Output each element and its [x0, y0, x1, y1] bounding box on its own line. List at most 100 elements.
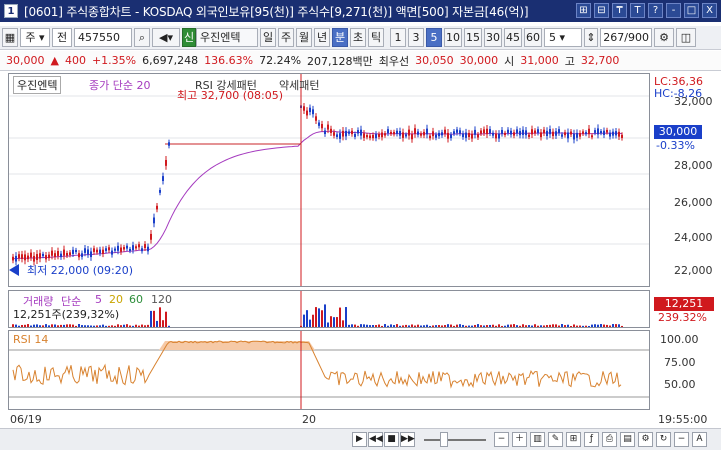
price-change-pct: +1.35%: [91, 54, 137, 67]
interval-45[interactable]: 45: [504, 28, 522, 47]
candle-body: [90, 251, 92, 258]
candle-body: [534, 130, 536, 134]
volume-bar: [60, 324, 62, 327]
range-total: /900: [624, 31, 649, 44]
period-second[interactable]: 초: [350, 28, 366, 47]
volume-bar: [90, 325, 92, 327]
volume-legend-60: 60: [129, 293, 143, 306]
zoom-slider-track[interactable]: [424, 439, 486, 441]
candle-body: [135, 246, 137, 249]
volume-bar: [546, 325, 548, 327]
font-increase-icon[interactable]: A: [692, 432, 707, 447]
best-ask: 30,050: [415, 54, 454, 67]
volume-bar: [579, 325, 581, 327]
interval-15[interactable]: 15: [464, 28, 482, 47]
price-legend-stock[interactable]: 우진엔텍: [13, 76, 62, 94]
candle-body: [507, 129, 509, 133]
search-icon[interactable]: ⌕: [134, 28, 150, 47]
candle-body: [420, 133, 422, 136]
candle-body: [549, 129, 551, 135]
volume-bar: [570, 325, 572, 327]
help-icon[interactable]: ?: [648, 3, 663, 18]
candle-body: [324, 130, 326, 135]
volume-bar: [513, 324, 515, 327]
settings-icon[interactable]: ⚙: [638, 432, 653, 447]
rsi-chart-svg: [9, 331, 649, 409]
font-decrease-icon[interactable]: −: [674, 432, 689, 447]
chart-settings-icon[interactable]: ⚙: [654, 28, 674, 47]
ruler-icon[interactable]: ⊞: [566, 432, 581, 447]
layout-icon[interactable]: ⊟: [594, 3, 609, 18]
volume-bar: [603, 324, 605, 327]
text-icon[interactable]: T: [630, 3, 645, 18]
link-icon[interactable]: ⊞: [576, 3, 591, 18]
speaker-icon[interactable]: ◀▾: [152, 28, 180, 47]
zoom-out-icon[interactable]: −: [494, 432, 509, 447]
candle-body: [417, 131, 419, 135]
candle-body: [69, 252, 71, 256]
expand-icon[interactable]: ◫: [676, 28, 696, 47]
x-label-date: 06/19: [10, 413, 42, 426]
interval-count-select[interactable]: 5 ▾: [544, 28, 582, 47]
volume-bar: [345, 307, 347, 327]
price-grid: [9, 95, 649, 245]
close-button[interactable]: X: [702, 3, 717, 18]
volume-bar: [465, 325, 467, 327]
volume-bar: [303, 314, 305, 327]
forward-icon[interactable]: ▶▶: [400, 432, 415, 447]
volume-bar: [84, 325, 86, 327]
interval-60[interactable]: 60: [524, 28, 542, 47]
play-icon[interactable]: ▶: [352, 432, 367, 447]
volume-bar: [132, 325, 134, 327]
candle-body: [579, 133, 581, 137]
maximize-button[interactable]: □: [684, 3, 699, 18]
market2-select[interactable]: 전: [52, 28, 72, 47]
stop-icon[interactable]: ■: [384, 432, 399, 447]
rsi-pane[interactable]: RSI 14: [8, 330, 650, 410]
stepper-icon[interactable]: ⇕: [584, 28, 598, 47]
volume-bar: [150, 310, 152, 327]
period-month[interactable]: 월: [296, 28, 312, 47]
print-icon[interactable]: ⎙: [602, 432, 617, 447]
volume-bar: [357, 325, 359, 327]
period-week[interactable]: 주: [278, 28, 294, 47]
chart-area[interactable]: 우진엔텍 종가 단순 20 RSI 강세패턴 약세패턴 최고 32,700 (0…: [8, 73, 721, 428]
volume-bar: [129, 325, 131, 327]
zoom-in-icon[interactable]: ＋: [512, 432, 527, 447]
candle-body: [63, 249, 65, 256]
minimize-button[interactable]: -: [666, 3, 681, 18]
period-tick[interactable]: 틱: [368, 28, 384, 47]
interval-10[interactable]: 10: [444, 28, 462, 47]
interval-5[interactable]: 5: [426, 28, 442, 47]
pin-icon[interactable]: ₸: [612, 3, 627, 18]
refresh-icon[interactable]: ↻: [656, 432, 671, 447]
indicator-icon[interactable]: ƒ: [584, 432, 599, 447]
candle-body: [537, 129, 539, 133]
volume-bar: [552, 324, 554, 327]
period-minute[interactable]: 분: [332, 28, 348, 47]
zoom-slider-handle[interactable]: [440, 432, 448, 447]
rsi-legend[interactable]: RSI 14: [13, 333, 48, 346]
volume-pane[interactable]: 거래량 단순 5 20 60 120 12,251주(239,32%): [8, 290, 650, 328]
price-pane[interactable]: 우진엔텍 종가 단순 20 RSI 강세패턴 약세패턴 최고 32,700 (0…: [8, 73, 650, 287]
save-icon[interactable]: ▤: [620, 432, 635, 447]
price-legend-ma[interactable]: 종가 단순 20: [89, 77, 150, 93]
interval-3[interactable]: 3: [408, 28, 424, 47]
grid-icon[interactable]: ▦: [2, 28, 18, 47]
period-year[interactable]: 년: [314, 28, 330, 47]
interval-30[interactable]: 30: [484, 28, 502, 47]
period-day[interactable]: 일: [260, 28, 276, 47]
drawing-icon[interactable]: ✎: [548, 432, 563, 447]
market-select[interactable]: 주 ▾: [20, 28, 50, 47]
range-field[interactable]: 267/900: [600, 28, 652, 47]
volume-bar: [396, 324, 398, 327]
chart-type-icon[interactable]: ▥: [530, 432, 545, 447]
stock-code-input[interactable]: 457550: [74, 28, 132, 47]
interval-1[interactable]: 1: [390, 28, 406, 47]
candle-body: [483, 129, 485, 134]
rewind-icon[interactable]: ◀◀: [368, 432, 383, 447]
candle-body: [408, 129, 410, 136]
candle-body: [354, 133, 356, 137]
candle-body: [48, 254, 50, 259]
candle-body: [369, 135, 371, 139]
